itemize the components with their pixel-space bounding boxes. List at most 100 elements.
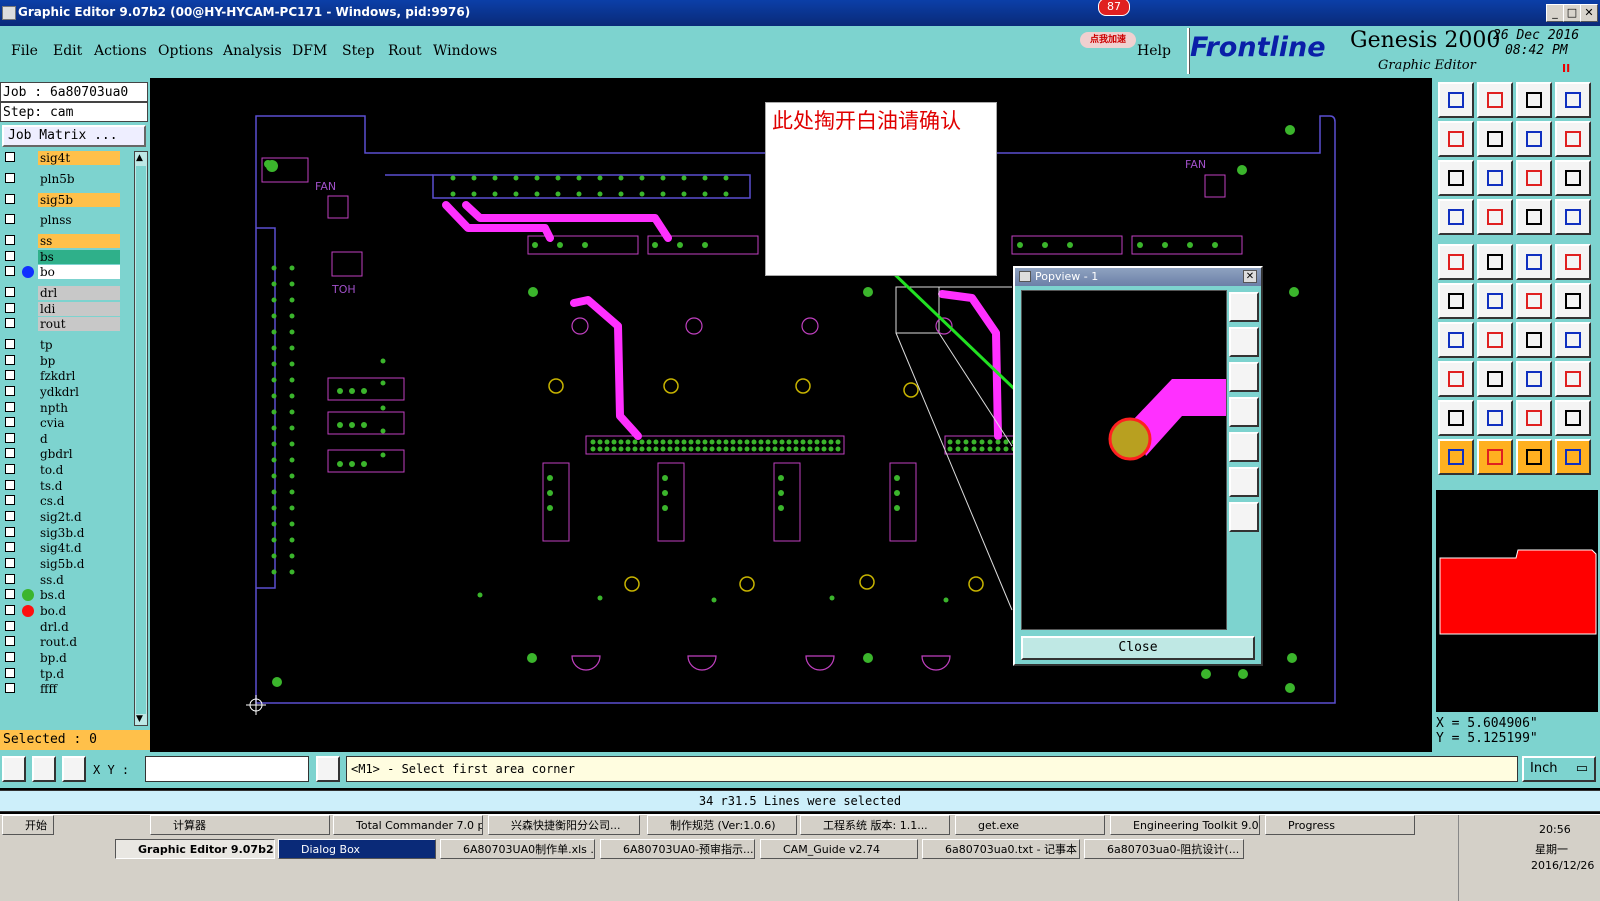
layer-row[interactable]: cs.d: [2, 494, 120, 508]
pause-indicator[interactable]: II: [1562, 62, 1570, 75]
split-icon[interactable]: [1555, 121, 1591, 157]
layer-name[interactable]: bp: [38, 354, 120, 368]
layer-row[interactable]: ss: [2, 234, 120, 248]
layer-name[interactable]: drl: [38, 286, 120, 300]
layer-name[interactable]: rout.d: [38, 635, 120, 649]
line-tool-icon[interactable]: [1555, 283, 1591, 319]
layer-row[interactable]: sig2t.d: [2, 510, 120, 524]
center-icon[interactable]: [1477, 160, 1513, 196]
layer-name[interactable]: ffff: [38, 682, 120, 696]
layer-name[interactable]: bs.d: [38, 588, 120, 602]
layer-row[interactable]: to.d: [2, 463, 120, 477]
draw-line-icon[interactable]: [1477, 322, 1513, 358]
layer-name[interactable]: ss: [38, 234, 120, 248]
start-button[interactable]: 开始: [2, 815, 54, 835]
layer-row[interactable]: plnss: [2, 213, 120, 227]
scale-1-2-icon[interactable]: [1516, 160, 1552, 196]
taskbar-item[interactable]: Progress: [1265, 815, 1415, 835]
grid-view-icon[interactable]: [1555, 82, 1591, 118]
layer-name[interactable]: bs: [38, 250, 120, 264]
menu-file[interactable]: File: [11, 43, 38, 59]
badge[interactable]: 87: [1090, 0, 1138, 22]
layer-name[interactable]: drl.d: [38, 620, 120, 634]
grid-tool[interactable]: [62, 756, 86, 782]
layer-checkbox[interactable]: [5, 287, 15, 297]
layer-row[interactable]: bp.d: [2, 651, 120, 665]
popview-window[interactable]: Popview - 1 ✕ Close: [1013, 266, 1263, 666]
layer-row[interactable]: ts.d: [2, 479, 120, 493]
layer-row[interactable]: cvia: [2, 416, 120, 430]
popview-close-button[interactable]: Close: [1021, 636, 1255, 660]
taskbar-item[interactable]: 兴森快捷衡阳分公司...: [488, 815, 640, 835]
taskbar-item[interactable]: Total Commander 7.0 p...: [333, 815, 483, 835]
layer-name[interactable]: pln5b: [38, 172, 120, 186]
layer-checkbox[interactable]: [5, 370, 15, 380]
layer-name[interactable]: gbdrl: [38, 447, 120, 461]
layer-name[interactable]: npth: [38, 401, 120, 415]
layer-name[interactable]: bp.d: [38, 651, 120, 665]
layer-row[interactable]: gbdrl: [2, 447, 120, 461]
layer-checkbox[interactable]: [5, 433, 15, 443]
dash-icon[interactable]: [1477, 361, 1513, 397]
layer-checkbox[interactable]: [5, 683, 15, 693]
layer-row[interactable]: bp: [2, 354, 120, 368]
select-2-icon[interactable]: [1477, 439, 1513, 475]
select-arrow-icon[interactable]: [1438, 439, 1474, 475]
menu-dfm[interactable]: DFM: [292, 43, 327, 59]
taskbar-item[interactable]: Graphic Editor 9.07b2 ...: [115, 839, 275, 859]
snap-blue-icon[interactable]: [1555, 199, 1591, 235]
xy-input[interactable]: [145, 756, 309, 782]
popview-tool-1[interactable]: [1229, 292, 1259, 322]
popview-close-icon[interactable]: ✕: [1243, 270, 1257, 283]
layer-row[interactable]: bo: [2, 265, 120, 279]
layer-row[interactable]: tp.d: [2, 667, 120, 681]
layer-checkbox[interactable]: [5, 621, 15, 631]
layer-row[interactable]: sig4t.d: [2, 541, 120, 555]
grid-toggle-icon[interactable]: [1477, 199, 1513, 235]
triangle-1-icon[interactable]: [1438, 400, 1474, 436]
layer-row[interactable]: drl.d: [2, 620, 120, 634]
select-3-icon[interactable]: [1516, 439, 1552, 475]
layer-row[interactable]: sig4t: [2, 151, 120, 165]
layer-checkbox[interactable]: [5, 511, 15, 521]
shape-icon[interactable]: [1555, 361, 1591, 397]
layer-row[interactable]: ss.d: [2, 573, 120, 587]
layer-checkbox[interactable]: [5, 318, 15, 328]
mini-map[interactable]: [1436, 490, 1598, 712]
layer-checkbox[interactable]: [5, 266, 15, 276]
layer-name[interactable]: ts.d: [38, 479, 120, 493]
popview-tool-6[interactable]: [1229, 467, 1259, 497]
units-selector[interactable]: Inch ▭: [1522, 756, 1596, 782]
taskbar-item[interactable]: get.exe: [955, 815, 1105, 835]
ruler-icon[interactable]: [1516, 244, 1552, 280]
snap-tool-2[interactable]: [32, 756, 56, 782]
delete-icon[interactable]: [1477, 283, 1513, 319]
layer-checkbox[interactable]: [5, 652, 15, 662]
menu-options[interactable]: Options: [158, 43, 213, 59]
point-icon[interactable]: [1555, 244, 1591, 280]
taskbar-item[interactable]: 6a80703ua0-阻抗设计(...: [1084, 839, 1244, 859]
layer-checkbox[interactable]: [5, 574, 15, 584]
help-icon[interactable]: [1555, 160, 1591, 196]
popview-tool-4[interactable]: [1229, 397, 1259, 427]
layer-checkbox[interactable]: [5, 464, 15, 474]
menu-analysis[interactable]: Analysis: [223, 43, 282, 59]
layer-checkbox[interactable]: [5, 495, 15, 505]
fit-icon[interactable]: [1438, 160, 1474, 196]
layer-row[interactable]: rout.d: [2, 635, 120, 649]
layer-row[interactable]: drl: [2, 286, 120, 300]
layer-name[interactable]: plnss: [38, 213, 120, 227]
taskbar-item[interactable]: Engineering Toolkit 9.0...: [1110, 815, 1260, 835]
maximize-button[interactable]: □: [1563, 4, 1581, 22]
popview-tool-3[interactable]: [1229, 362, 1259, 392]
layer-name[interactable]: sig5b.d: [38, 557, 120, 571]
layer-name[interactable]: d: [38, 432, 120, 446]
popview-tool-5[interactable]: [1229, 432, 1259, 462]
layer-row[interactable]: sig5b.d: [2, 557, 120, 571]
prompt-toggle[interactable]: [316, 756, 340, 782]
layer-row[interactable]: fzkdrl: [2, 369, 120, 383]
taskbar-item[interactable]: 工程系统 版本: 1.1...: [800, 815, 950, 835]
layer-checkbox[interactable]: [5, 480, 15, 490]
layer-checkbox[interactable]: [5, 355, 15, 365]
layer-row[interactable]: pln5b: [2, 172, 120, 186]
